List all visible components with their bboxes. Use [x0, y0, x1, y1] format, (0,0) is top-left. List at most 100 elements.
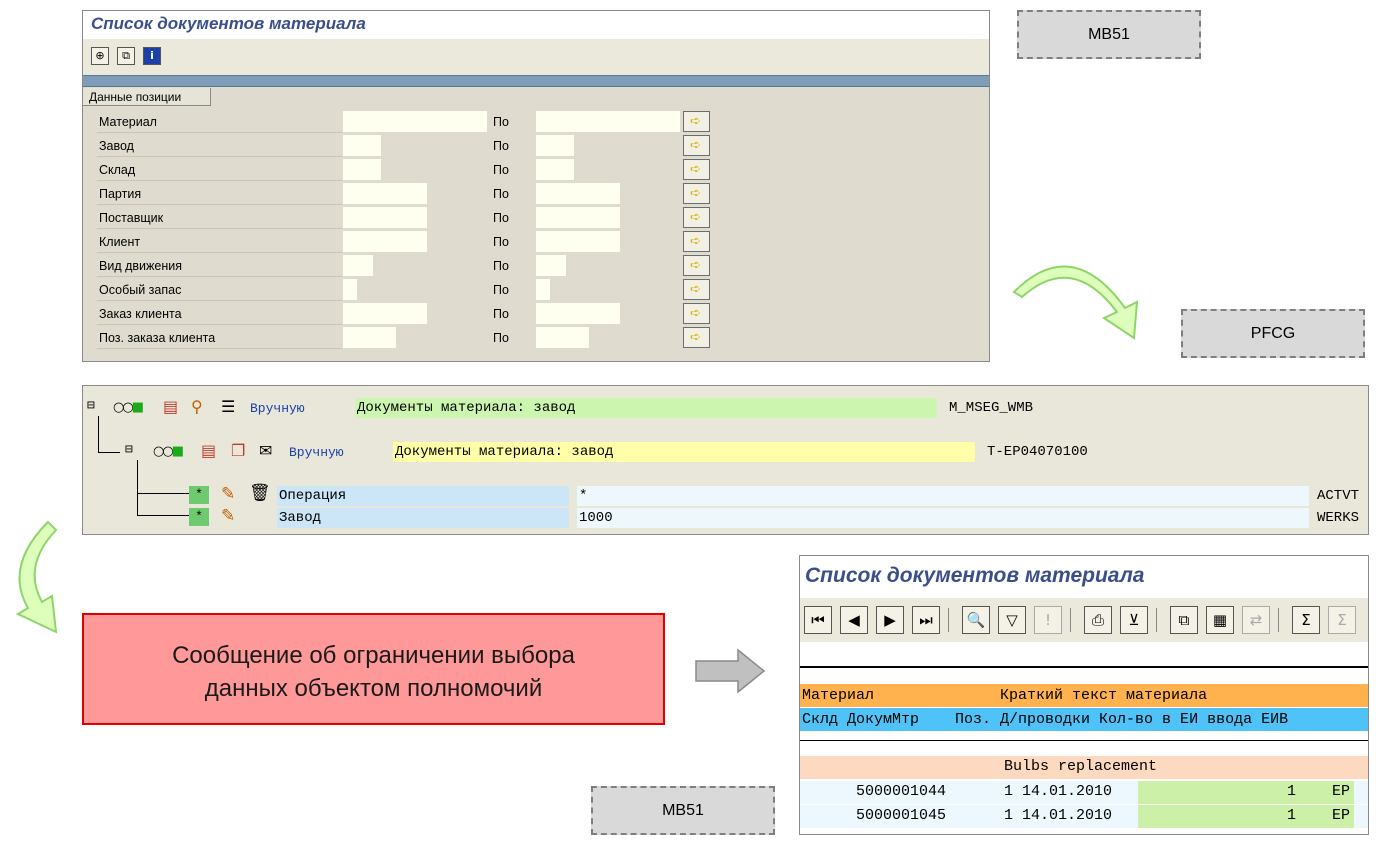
sort-icon[interactable]: ⊻ — [1120, 606, 1148, 634]
field-label: Заказ клиента — [99, 307, 182, 321]
collapse-icon[interactable]: ⊟ — [87, 398, 95, 413]
user-icon[interactable]: ⚲ — [191, 397, 203, 416]
to-label: По — [493, 235, 509, 249]
next-page-icon[interactable]: ▶ — [876, 606, 904, 634]
from-input[interactable] — [343, 255, 373, 276]
selection-row: Партия По ➪ — [97, 183, 717, 205]
details-icon[interactable]: 🔍 — [962, 606, 990, 634]
pencil-icon[interactable]: ✎ — [221, 506, 235, 526]
selection-row: Поз. заказа клиента По ➪ — [97, 327, 717, 349]
export-icon[interactable]: ⇄ — [1242, 606, 1270, 634]
field-name-cell: Операция — [277, 486, 569, 506]
to-input[interactable] — [536, 111, 680, 132]
print-icon[interactable]: ⎙ — [1084, 606, 1112, 634]
subtotal-icon[interactable]: Σ — [1328, 606, 1356, 634]
doc-number: 5000001045 — [856, 807, 947, 824]
table-row[interactable]: 5000001045 1 14.01.2010 1 EP — [800, 805, 1368, 828]
field-label: Склад — [99, 163, 136, 177]
table-row[interactable]: 5000001044 1 14.01.2010 1 EP — [800, 781, 1368, 804]
from-input[interactable] — [343, 135, 381, 156]
field-label: Партия — [99, 187, 142, 201]
position: 1 — [1004, 783, 1014, 800]
selection-toolbar: ⊕ ⧉ i — [83, 39, 989, 75]
unit: EP — [1331, 783, 1350, 800]
multiple-selection-button[interactable]: ➪ — [683, 135, 710, 156]
trash-icon[interactable]: 🗑 — [249, 483, 271, 503]
selection-row: Заказ клиента По ➪ — [97, 303, 717, 325]
collapse-icon[interactable]: ⊟ — [125, 442, 133, 457]
multiple-selection-button[interactable]: ➪ — [683, 111, 710, 132]
from-input[interactable] — [343, 183, 427, 204]
item-data-tab[interactable]: Данные позиции — [83, 88, 211, 106]
first-page-icon[interactable]: ⏮ — [804, 606, 832, 634]
multiple-selection-button[interactable]: ➪ — [683, 231, 710, 252]
posting-date: 14.01.2010 — [1022, 783, 1113, 800]
exception-icon[interactable]: ! — [1034, 606, 1062, 634]
block-arrow-right — [695, 648, 766, 694]
from-input[interactable] — [343, 159, 381, 180]
info-icon[interactable]: i — [143, 47, 161, 65]
from-input[interactable] — [343, 303, 427, 324]
pencil-icon[interactable]: ✎ — [221, 484, 235, 504]
multiple-selection-button[interactable]: ➪ — [683, 183, 710, 204]
from-input[interactable] — [343, 327, 396, 348]
node-text-highlight: Документы материала: завод — [355, 398, 937, 418]
position: 1 — [1004, 807, 1014, 824]
to-input[interactable] — [536, 135, 574, 156]
curved-arrow-down — [15, 520, 58, 634]
sum-icon[interactable]: Σ — [1292, 606, 1320, 634]
curved-arrow-right — [1012, 265, 1139, 340]
to-input[interactable] — [536, 327, 589, 348]
to-input[interactable] — [536, 303, 620, 324]
multiple-selection-button[interactable]: ➪ — [683, 279, 710, 300]
transaction-tag-mb51-bottom: MB51 — [591, 786, 775, 835]
maintained-star-icon: * — [189, 508, 209, 526]
previous-page-icon[interactable]: ◀ — [840, 606, 868, 634]
layout-copy-icon[interactable]: ⧉ — [1170, 606, 1198, 634]
arrow-right-icon: ➪ — [690, 161, 701, 176]
text-icon[interactable]: ✉ — [259, 441, 272, 460]
unit: EP — [1331, 807, 1350, 824]
copy-icon[interactable]: ❐ — [231, 441, 245, 460]
field-name: Завод — [279, 510, 322, 526]
maintain-icon[interactable]: ▤ — [163, 397, 178, 416]
multiple-selection-button[interactable]: ➪ — [683, 255, 710, 276]
header-rule — [800, 666, 1368, 668]
arrow-right-icon: ➪ — [690, 209, 701, 224]
to-label: По — [493, 139, 509, 153]
doc-number: 5000001044 — [856, 783, 947, 800]
role-authorization-tree: ⊟ ○○■ ▤ ⚲ ☰ Вручную Документы материала:… — [82, 385, 1369, 535]
from-input[interactable] — [343, 279, 357, 300]
last-page-icon[interactable]: ⏭ — [912, 606, 940, 634]
structure-icon[interactable]: ☰ — [221, 397, 235, 416]
result-title-bar: Список документов материала — [800, 556, 1368, 598]
to-input[interactable] — [536, 207, 620, 228]
variant-icon[interactable]: ⧉ — [117, 47, 135, 65]
maintain-icon[interactable]: ▤ — [201, 441, 216, 460]
to-input[interactable] — [536, 159, 574, 180]
to-input[interactable] — [536, 255, 566, 276]
multiple-selection-button[interactable]: ➪ — [683, 207, 710, 228]
multiple-selection-button[interactable]: ➪ — [683, 327, 710, 348]
from-input[interactable] — [343, 111, 487, 132]
node-status: Вручную — [289, 445, 344, 460]
field-tech-name: WERKS — [1317, 510, 1360, 526]
posting-date: 14.01.2010 — [1022, 807, 1113, 824]
field-value-cell[interactable]: * — [577, 486, 1309, 506]
field-value: * — [579, 488, 588, 504]
group-row: Bulbs replacement — [800, 756, 1368, 779]
selection-row: Вид движения По ➪ — [97, 255, 717, 277]
multiple-selection-button[interactable]: ➪ — [683, 303, 710, 324]
execute-icon[interactable]: ⊕ — [91, 47, 109, 65]
filter-icon[interactable]: ▽ — [998, 606, 1026, 634]
to-input[interactable] — [536, 183, 620, 204]
multiple-selection-button[interactable]: ➪ — [683, 159, 710, 180]
field-value-cell[interactable]: 1000 — [577, 508, 1309, 528]
selection-row: Особый запас По ➪ — [97, 279, 717, 301]
to-input[interactable] — [536, 231, 620, 252]
from-input[interactable] — [343, 207, 427, 228]
to-input[interactable] — [536, 279, 550, 300]
layout-grid-icon[interactable]: ▦ — [1206, 606, 1234, 634]
from-input[interactable] — [343, 231, 427, 252]
to-label: По — [493, 211, 509, 225]
